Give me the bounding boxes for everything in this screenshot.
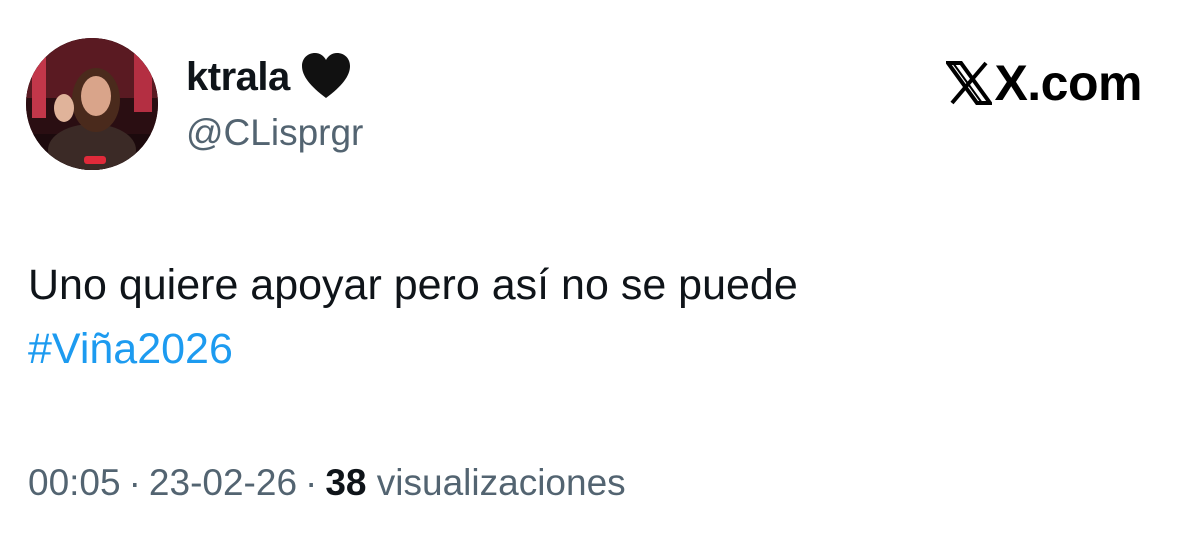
views-count[interactable]: 38 — [325, 462, 366, 503]
tweet-metadata: 00:05 · 23-02-26 · 38 visualizaciones — [28, 462, 626, 504]
user-handle[interactable]: @CLisprgr — [186, 112, 363, 154]
brand-watermark: X.com — [946, 54, 1142, 112]
meta-separator: · — [305, 462, 318, 503]
avatar[interactable] — [26, 38, 158, 170]
tweet-date[interactable]: 23-02-26 — [149, 462, 297, 503]
display-name[interactable]: ktrala — [186, 55, 290, 100]
black-heart-icon — [300, 52, 352, 102]
avatar-photo — [26, 38, 158, 170]
x-logo-icon — [946, 61, 993, 105]
author-name-row[interactable]: ktrala — [186, 52, 352, 102]
tweet-text: Uno quiere apoyar pero así no se puede — [28, 261, 798, 309]
tweet-time[interactable]: 00:05 — [28, 462, 121, 503]
views-label: visualizaciones — [376, 462, 626, 503]
hashtag-link[interactable]: #Viña2026 — [28, 318, 233, 380]
meta-separator: · — [128, 462, 141, 503]
brand-text: X.com — [994, 55, 1142, 111]
